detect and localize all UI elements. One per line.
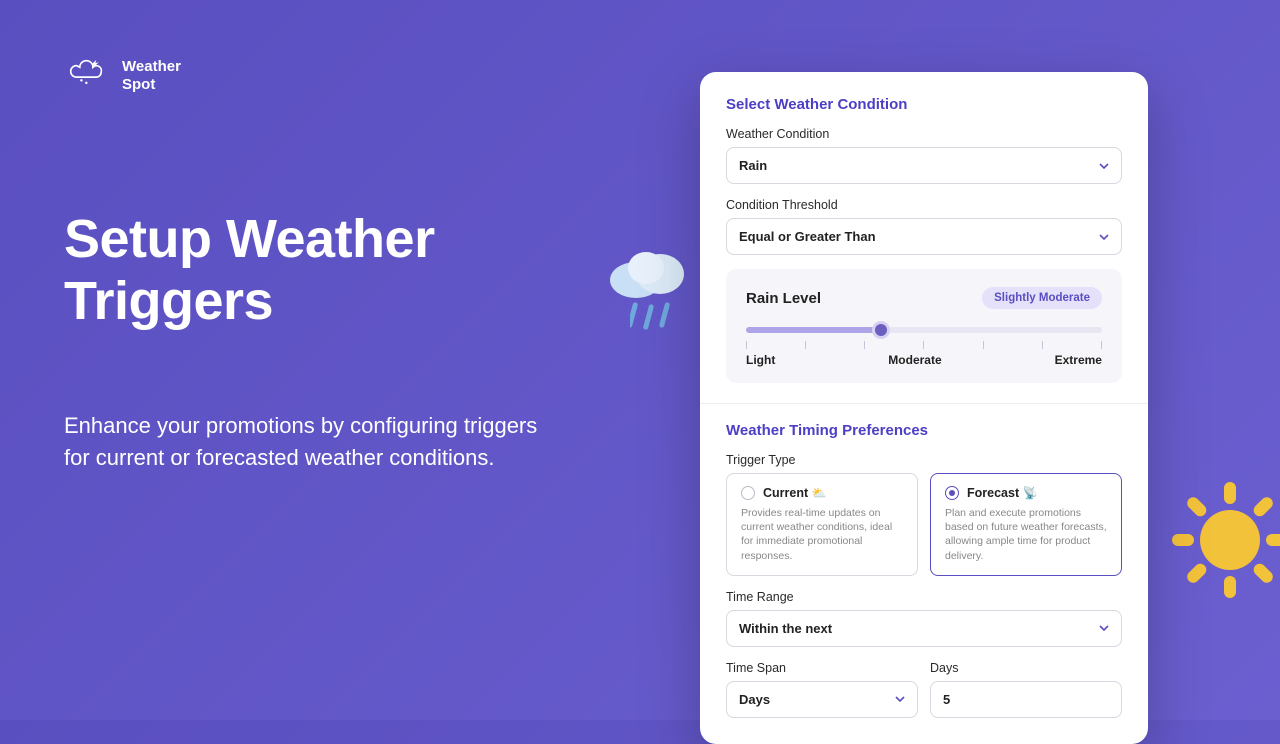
- weather-condition-label: Weather Condition: [726, 127, 1122, 141]
- rain-cloud-icon: [608, 248, 698, 338]
- slider-max-label: Extreme: [1055, 353, 1102, 367]
- chevron-down-icon: [1099, 232, 1109, 242]
- slider-badge: Slightly Moderate: [982, 287, 1102, 309]
- time-range-label: Time Range: [726, 590, 1122, 604]
- time-range-select[interactable]: Within the next: [726, 610, 1122, 647]
- rain-level-slider[interactable]: [746, 327, 1102, 333]
- trigger-option-forecast[interactable]: Forecast 📡 Plan and execute promotions b…: [930, 473, 1122, 576]
- slider-mid-label: Moderate: [888, 353, 941, 367]
- time-span-label: Time Span: [726, 661, 918, 675]
- weather-spot-icon: [64, 59, 112, 93]
- slider-title: Rain Level: [746, 290, 821, 307]
- section-weather-condition-title: Select Weather Condition: [726, 96, 1122, 113]
- page-title: Setup Weather Triggers: [64, 208, 435, 332]
- sun-icon: [1150, 460, 1280, 620]
- chevron-down-icon: [1099, 623, 1109, 633]
- trigger-option-current[interactable]: Current ⛅ Provides real-time updates on …: [726, 473, 918, 576]
- condition-threshold-select[interactable]: Equal or Greater Than: [726, 218, 1122, 255]
- rain-level-slider-box: Rain Level Slightly Moderate Light Moder…: [726, 269, 1122, 383]
- brand-logo: Weather Spot: [64, 58, 181, 94]
- slider-thumb[interactable]: [872, 321, 890, 339]
- chevron-down-icon: [895, 694, 905, 704]
- condition-threshold-label: Condition Threshold: [726, 198, 1122, 212]
- slider-min-label: Light: [746, 353, 775, 367]
- sun-cloud-icon: ⛅: [812, 486, 827, 500]
- chevron-down-icon: [1099, 161, 1109, 171]
- page-subtitle: Enhance your promotions by configuring t…: [64, 410, 537, 474]
- days-label: Days: [930, 661, 1122, 675]
- weather-condition-select[interactable]: Rain: [726, 147, 1122, 184]
- days-input[interactable]: [930, 681, 1122, 718]
- section-timing-title: Weather Timing Preferences: [726, 422, 1122, 439]
- brand-name: Weather Spot: [122, 58, 181, 94]
- time-span-select[interactable]: Days: [726, 681, 918, 718]
- trigger-type-label: Trigger Type: [726, 453, 1122, 467]
- radio-icon: [945, 486, 959, 500]
- radio-icon: [741, 486, 755, 500]
- satellite-icon: 📡: [1023, 486, 1038, 500]
- settings-card: Select Weather Condition Weather Conditi…: [700, 72, 1148, 744]
